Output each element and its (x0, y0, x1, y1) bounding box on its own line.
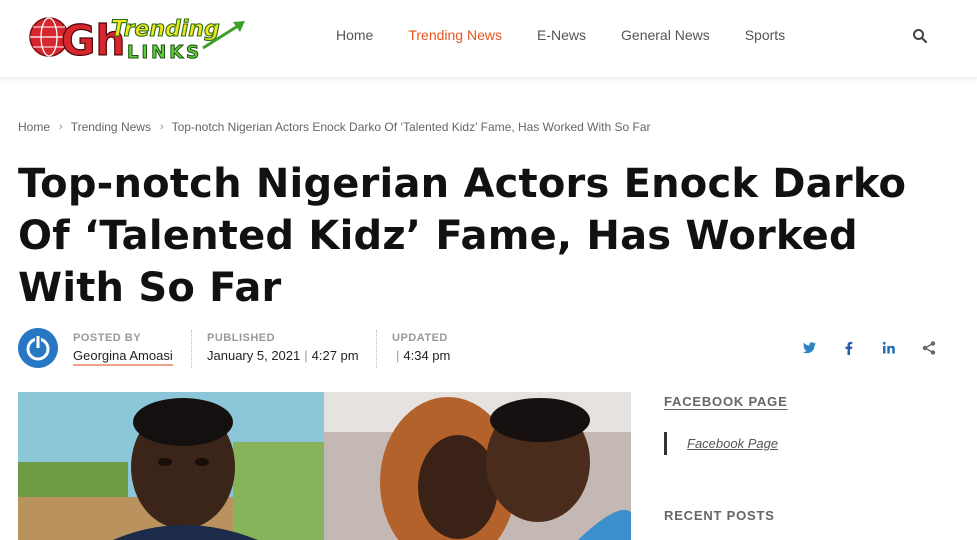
posted-by: POSTED BY Georgina Amoasi (73, 332, 173, 366)
published: PUBLISHED January 5, 2021 | 4:27 pm (207, 332, 359, 363)
article-featured-image (18, 392, 631, 540)
author-link[interactable]: Georgina Amoasi (73, 348, 173, 366)
facebook-page-heading[interactable]: FACEBOOK PAGE (664, 394, 788, 409)
divider (376, 330, 377, 368)
site-logo[interactable]: Gh Trending LINKS (27, 10, 267, 66)
published-label: PUBLISHED (207, 332, 276, 344)
nav-e-news[interactable]: E-News (537, 27, 586, 43)
updated-time: 4:34 pm (403, 348, 451, 363)
breadcrumb: Home › Trending News › Top-notch Nigeria… (18, 120, 650, 134)
chevron-right-icon: › (59, 121, 63, 133)
twitter-icon[interactable] (801, 340, 817, 356)
article-title: Top-notch Nigerian Actors Enock Darko Of… (18, 161, 907, 311)
chevron-right-icon: › (159, 121, 164, 133)
avatar[interactable] (18, 328, 58, 368)
breadcrumb-current: Top-notch Nigerian Actors Enock Darko Of… (171, 120, 651, 134)
share-icon[interactable] (921, 340, 937, 356)
nav-sports[interactable]: Sports (745, 27, 785, 43)
recent-posts-heading: RECENT POSTS (664, 508, 775, 523)
nav-general-news[interactable]: General News (621, 27, 710, 43)
posted-by-label: POSTED BY (73, 332, 142, 344)
facebook-icon[interactable] (841, 340, 857, 356)
updated-label: UPDATED (392, 332, 448, 344)
site-header: Gh Trending LINKS Home Trending News E-N… (0, 0, 977, 78)
nav-home[interactable]: Home (336, 27, 373, 43)
logo-bottom-text: LINKS (127, 42, 202, 63)
updated: UPDATED | 4:34 pm (392, 332, 451, 363)
divider (191, 330, 192, 368)
main-nav: Home Trending News E-News General News S… (336, 27, 820, 43)
facebook-page-link[interactable]: Facebook Page (664, 432, 778, 455)
breadcrumb-trending-news[interactable]: Trending News (71, 120, 151, 134)
published-time: 4:27 pm (311, 348, 359, 363)
search-icon[interactable] (912, 28, 928, 44)
article-meta: POSTED BY Georgina Amoasi PUBLISHED Janu… (18, 326, 958, 371)
nav-trending-news[interactable]: Trending News (408, 27, 502, 43)
linkedin-icon[interactable] (881, 340, 897, 356)
published-date: January 5, 2021 (207, 348, 301, 363)
breadcrumb-home[interactable]: Home (18, 120, 50, 134)
logo-top-text: Trending (111, 17, 220, 42)
